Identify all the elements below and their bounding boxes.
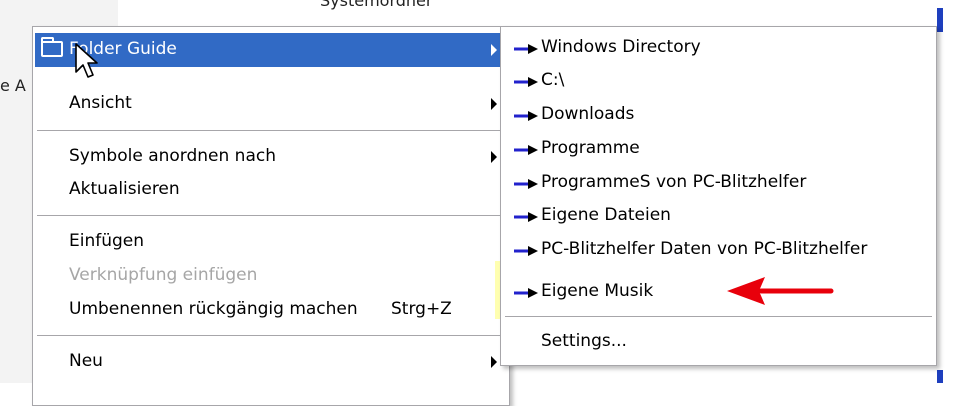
submenu-item-label: Windows Directory [541, 37, 701, 57]
submenu-arrow-icon [491, 44, 497, 56]
menu-item-umbenennen-rueckgaengig[interactable]: Umbenennen rückgängig machen Strg+Z [35, 293, 507, 327]
submenu-item-eigene-musik[interactable]: Eigene Musik [503, 276, 934, 310]
submenu-item-label: C:\ [541, 70, 565, 90]
menu-item-neu[interactable]: Neu [35, 345, 507, 379]
submenu-arrow-icon [491, 356, 497, 368]
menu-item-label: Aktualisieren [69, 179, 180, 199]
submenu-item-settings[interactable]: Settings... [503, 326, 934, 360]
submenu-item-label: Eigene Musik [541, 281, 654, 301]
menu-item-label: Ansicht [69, 93, 132, 113]
folder-icon [41, 37, 63, 57]
submenu-item-label: Eigene Dateien [541, 205, 671, 225]
folder-guide-submenu: Windows Directory C:\ Downloads Programm… [500, 26, 937, 366]
menu-separator [37, 335, 505, 337]
submenu-item-programmes-blitzhelfer[interactable]: ProgrammeS von PC-Blitzhelfer [503, 167, 934, 201]
background-cut-text: e A [0, 76, 26, 95]
menu-item-einfuegen[interactable]: Einfügen [35, 225, 507, 259]
menu-item-ansicht[interactable]: Ansicht [35, 87, 507, 121]
menu-item-label: Neu [69, 351, 103, 371]
submenu-item-c-drive[interactable]: C:\ [503, 65, 934, 99]
background-header-text: Systemordner [320, 0, 433, 10]
submenu-item-blitzhelfer-daten[interactable]: PC-Blitzhelfer Daten von PC-Blitzhelfer [503, 234, 934, 268]
submenu-item-eigene-dateien[interactable]: Eigene Dateien [503, 200, 934, 234]
menu-item-label: Einfügen [69, 231, 145, 251]
menu-separator [505, 316, 932, 318]
submenu-item-label: PC-Blitzhelfer Daten von PC-Blitzhelfer [541, 239, 868, 259]
menu-item-folder-guide[interactable]: Folder Guide [35, 33, 507, 67]
submenu-item-windows-directory[interactable]: Windows Directory [503, 32, 934, 66]
arrow-right-icon [514, 111, 538, 121]
menu-separator [37, 130, 505, 132]
menu-item-shortcut: Strg+Z [391, 299, 452, 319]
arrow-right-icon [514, 212, 538, 222]
submenu-item-downloads[interactable]: Downloads [503, 99, 934, 133]
window-border-bar [937, 8, 943, 32]
menu-item-label: Symbole anordnen nach [69, 146, 276, 166]
mouse-cursor-icon [75, 43, 98, 78]
annotation-arrow-icon [727, 277, 834, 305]
menu-item-symbole-anordnen[interactable]: Symbole anordnen nach [35, 140, 507, 174]
context-menu: Folder Guide Ansicht Symbole anordnen na… [32, 26, 510, 406]
submenu-item-label: ProgrammeS von PC-Blitzhelfer [541, 172, 807, 192]
menu-item-verknuepfung-einfuegen: Verknüpfung einfügen [35, 259, 507, 293]
arrow-right-icon [514, 179, 538, 189]
submenu-item-label: Programme [541, 138, 640, 158]
submenu-item-label: Settings... [541, 331, 627, 351]
arrow-right-icon [514, 77, 538, 87]
window-border-bar [937, 370, 943, 383]
arrow-right-icon [514, 288, 538, 298]
menu-separator [37, 215, 505, 217]
menu-item-label: Verknüpfung einfügen [69, 265, 258, 285]
submenu-arrow-icon [491, 98, 497, 110]
submenu-arrow-icon [491, 151, 497, 163]
arrow-right-icon [514, 44, 538, 54]
menu-item-label: Umbenennen rückgängig machen [69, 299, 358, 319]
arrow-right-icon [514, 246, 538, 256]
arrow-right-icon [514, 145, 538, 155]
menu-item-aktualisieren[interactable]: Aktualisieren [35, 173, 507, 207]
submenu-item-programme[interactable]: Programme [503, 133, 934, 167]
submenu-item-label: Downloads [541, 104, 635, 124]
